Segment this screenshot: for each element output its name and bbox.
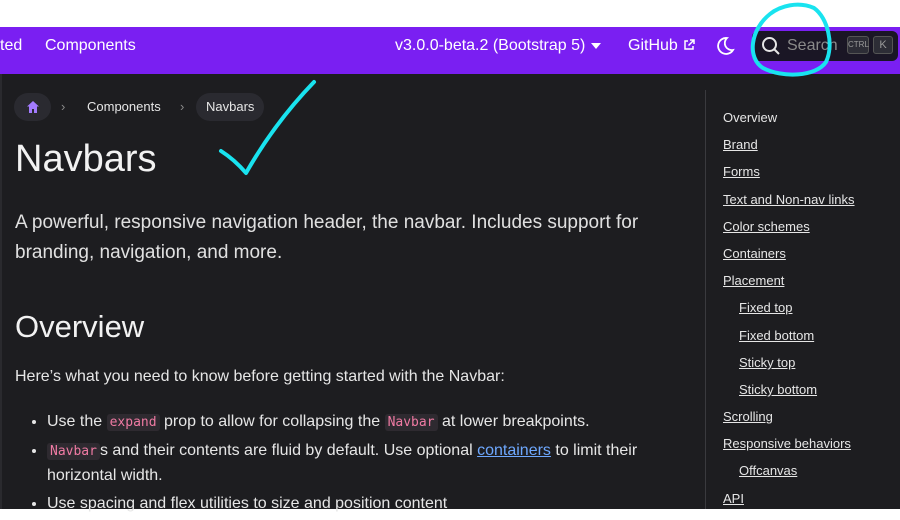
top-whitespace: [0, 0, 900, 27]
text: Use the: [47, 413, 107, 430]
toc-item-containers[interactable]: Containers: [723, 246, 786, 261]
list-item: Use the expand prop to allow for collaps…: [47, 410, 707, 435]
page-lead: A powerful, responsive navigation header…: [15, 212, 639, 263]
breadcrumb-home[interactable]: [14, 93, 51, 121]
moon-icon[interactable]: [715, 36, 735, 61]
toc-item-fixed-bottom[interactable]: Fixed bottom: [739, 328, 814, 343]
toc-item-text-links[interactable]: Text and Non-nav links: [723, 192, 855, 207]
breadcrumb-item-components[interactable]: Components: [87, 99, 161, 114]
text: at lower breakpoints.: [437, 413, 590, 430]
version-dropdown[interactable]: v3.0.0-beta.2 (Bootstrap 5): [395, 37, 602, 55]
toc-item-responsive[interactable]: Responsive behaviors: [723, 436, 851, 451]
chevron-right-icon: ›: [180, 99, 185, 114]
page-title: Navbars: [15, 138, 157, 180]
text: s and their contents are fluid by defaul…: [99, 442, 478, 459]
nav-link-components[interactable]: Components: [45, 37, 136, 55]
toc-item-forms[interactable]: Forms: [723, 164, 760, 179]
chevron-down-icon: [591, 42, 602, 49]
external-link-icon: [682, 38, 696, 57]
toc-item-api[interactable]: API: [723, 491, 744, 506]
code-navbar: Navbar: [47, 443, 100, 460]
nav-link-getting-started[interactable]: ted: [0, 37, 22, 55]
toc-item-offcanvas[interactable]: Offcanvas: [739, 463, 797, 478]
toc-item-fixed-top[interactable]: Fixed top: [739, 300, 792, 315]
section-title-overview: Overview: [15, 309, 145, 344]
text: prop to allow for collapsing the: [159, 413, 385, 430]
search-icon: [761, 36, 781, 61]
list-item: Use spacing and flex utilities to size a…: [47, 492, 707, 516]
toc-item-placement[interactable]: Placement: [723, 273, 784, 288]
table-of-contents: Overview Brand Forms Text and Non-nav li…: [705, 90, 900, 509]
toc-item-scrolling[interactable]: Scrolling: [723, 409, 773, 424]
search-placeholder: Search: [787, 37, 838, 54]
toc-item-overview[interactable]: Overview: [723, 110, 777, 125]
search-button[interactable]: Search CTRL K: [752, 31, 898, 61]
version-label: v3.0.0-beta.2 (Bootstrap 5): [395, 37, 586, 54]
toc-item-sticky-top[interactable]: Sticky top: [739, 355, 795, 370]
toc-item-sticky-bottom[interactable]: Sticky bottom: [739, 382, 817, 397]
list-item: Navbars and their contents are fluid by …: [47, 439, 707, 488]
text: Use spacing and flex utilities to size a…: [47, 495, 448, 512]
breadcrumb-item-navbars: Navbars: [196, 93, 265, 121]
containers-link[interactable]: containers: [477, 442, 551, 459]
toc-item-brand[interactable]: Brand: [723, 137, 758, 152]
home-icon: [27, 101, 39, 113]
chevron-right-icon: ›: [61, 99, 66, 114]
nav-link-github[interactable]: GitHub: [628, 37, 678, 55]
main-content: › Components › Navbars Navbars A powerfu…: [0, 74, 900, 512]
kbd-k: K: [873, 36, 893, 54]
kbd-ctrl: CTRL: [847, 36, 869, 54]
code-navbar: Navbar: [384, 414, 438, 431]
toc-item-color-schemes[interactable]: Color schemes: [723, 219, 810, 234]
overview-list: Use the expand prop to allow for collaps…: [15, 410, 707, 520]
left-border: [0, 74, 2, 509]
intro-text: Here’s what you need to know before gett…: [15, 368, 505, 385]
code-expand: expand: [106, 414, 160, 431]
